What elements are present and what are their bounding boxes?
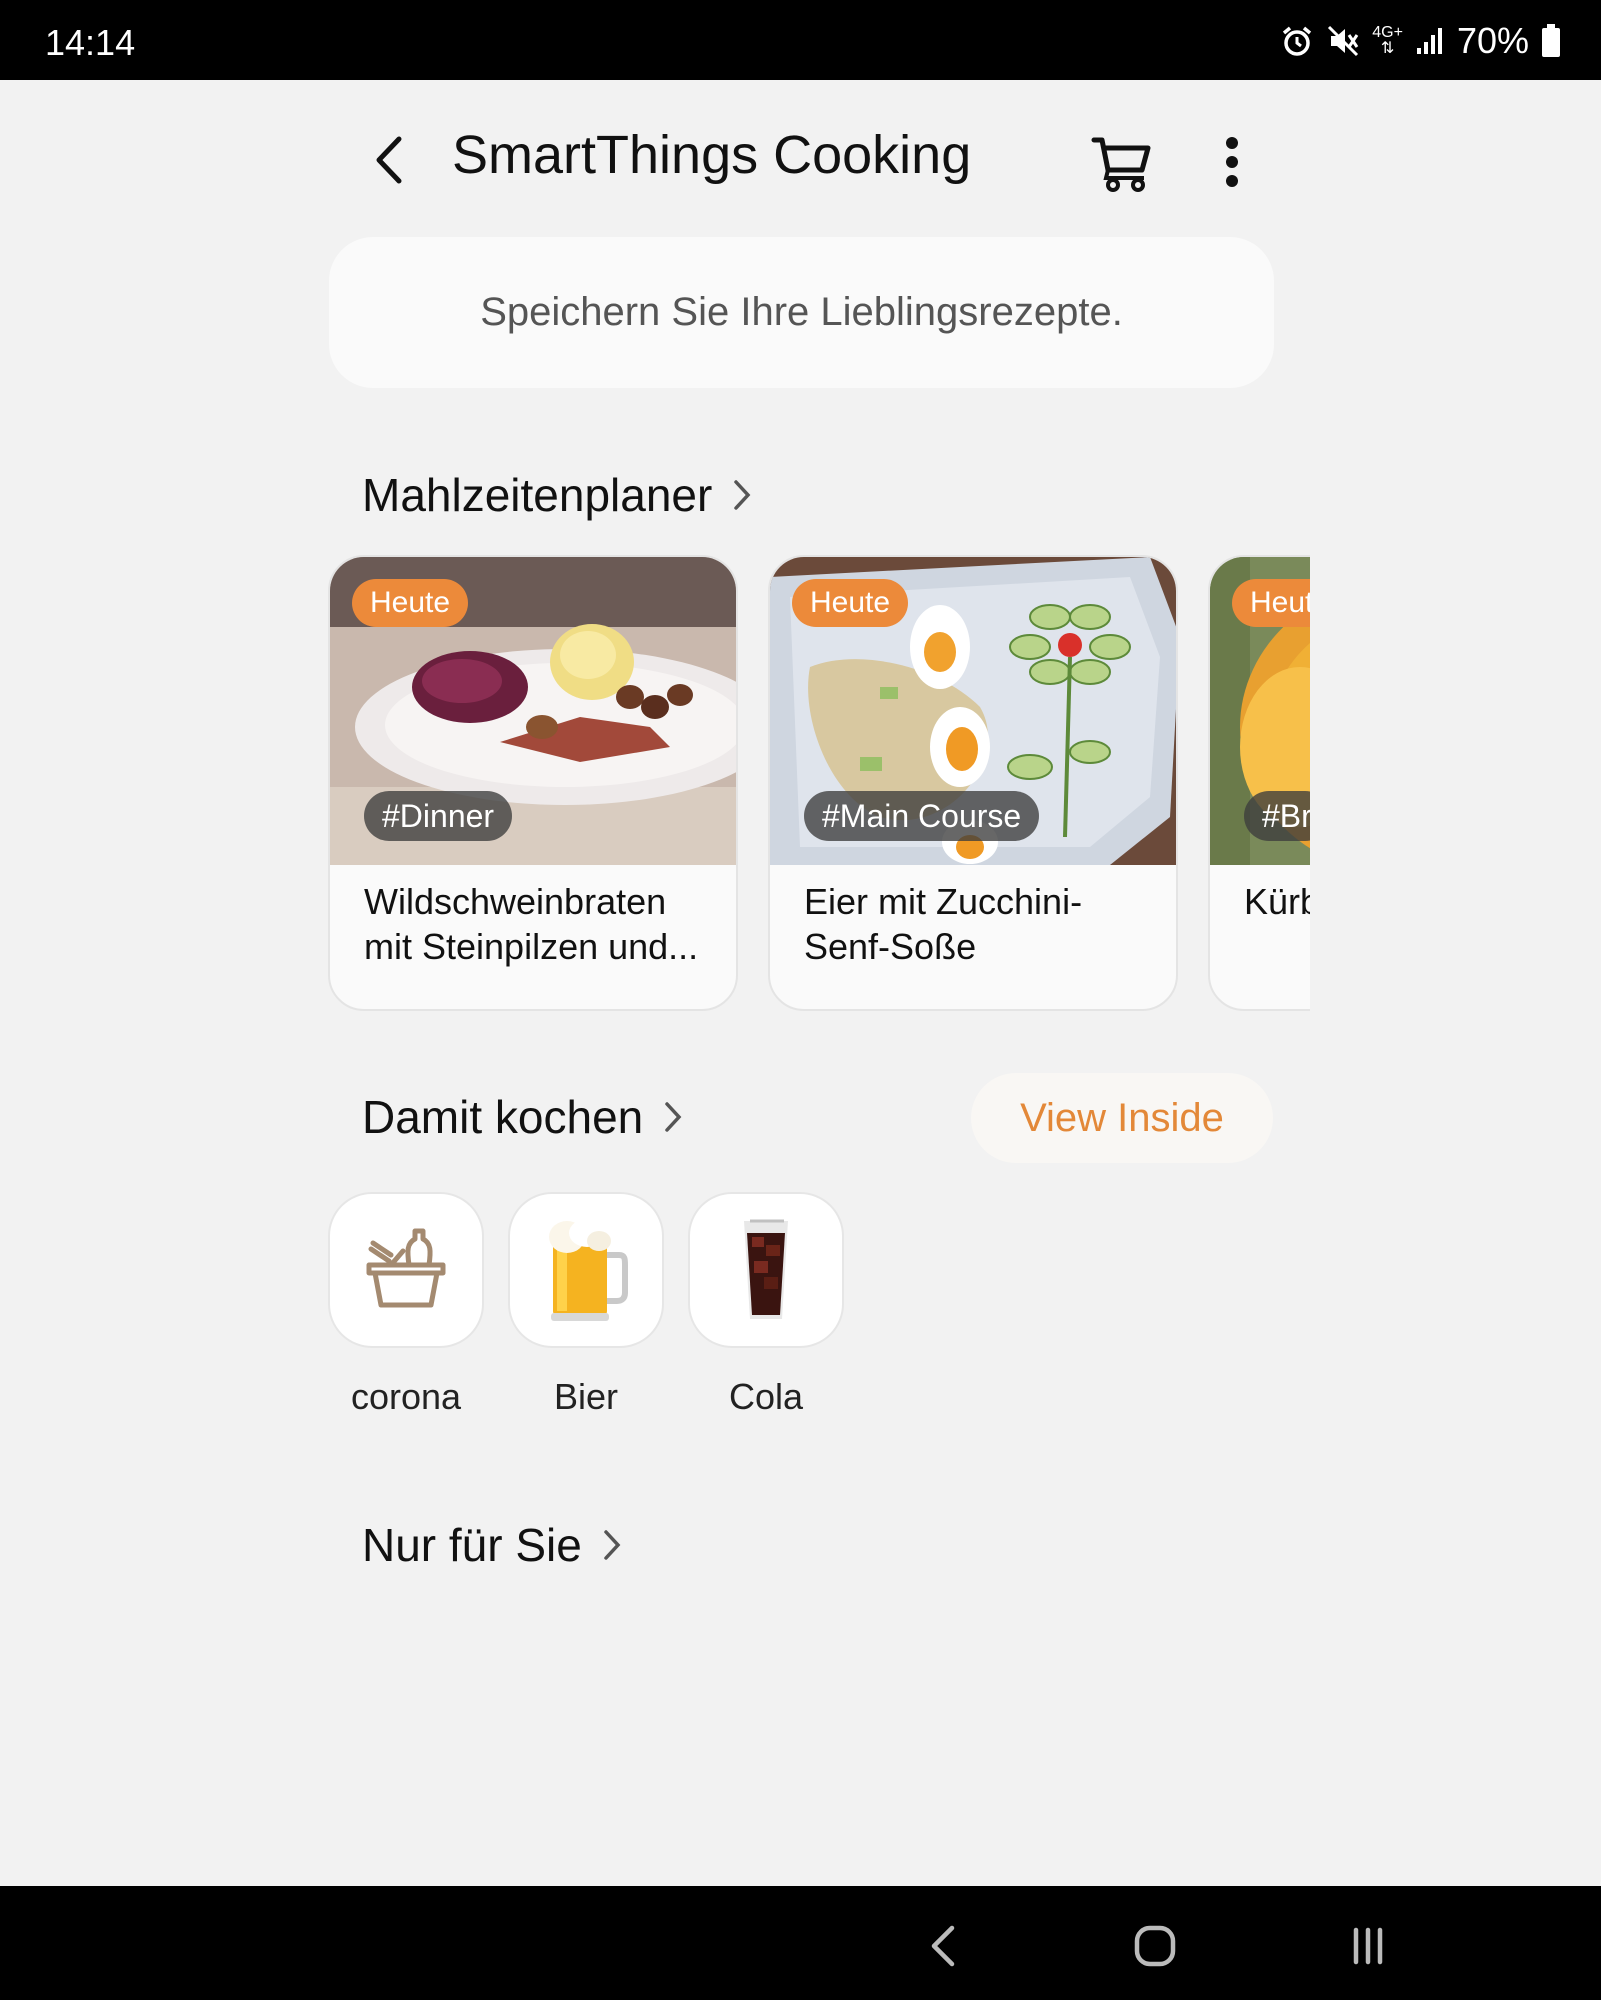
category-tag: #Dinner — [364, 791, 513, 841]
network-4g-icon: 4G+ ⇅ — [1372, 24, 1403, 57]
chevron-right-icon — [665, 1102, 682, 1132]
recipe-title: Kürb — [1244, 881, 1310, 922]
nav-back-button[interactable] — [913, 1916, 973, 1976]
ingredient-label: Cola — [728, 1376, 804, 1417]
mute-icon — [1328, 25, 1359, 57]
chevron-right-icon — [734, 480, 751, 510]
battery-icon — [1542, 24, 1560, 57]
back-arrow-icon — [376, 136, 402, 184]
more-options-button[interactable] — [1210, 130, 1254, 194]
recipe-card[interactable]: Heute #Br Kürb — [1208, 555, 1310, 1011]
cola-icon — [744, 1219, 788, 1319]
chevron-right-icon — [604, 1530, 621, 1560]
nav-recents-icon — [1353, 1927, 1383, 1965]
today-badge: Heute — [1232, 579, 1310, 627]
status-icons: 4G+ ⇅ 70% — [1280, 20, 1561, 62]
ingredient-label: Bier — [553, 1376, 619, 1417]
ingredient-item[interactable]: corona — [328, 1192, 484, 1418]
battery-percent: 70% — [1456, 20, 1529, 61]
meal-planner-title: Mahlzeitenplaner — [362, 469, 713, 521]
today-badge: Heute — [352, 579, 469, 627]
recipe-title: Wildschweinbraten mit Steinpilzen und... — [364, 881, 699, 967]
for-you-header[interactable]: Nur für Sie — [362, 1518, 622, 1572]
cook-with-title: Damit kochen — [362, 1091, 644, 1143]
nav-home-button[interactable] — [1125, 1916, 1185, 1976]
system-nav-bar — [0, 1886, 1601, 2000]
cart-icon — [1091, 137, 1151, 192]
signal-icon — [1416, 28, 1442, 54]
more-vertical-icon — [1226, 137, 1238, 187]
recipe-title: Eier mit Zucchini-Senf-Soße — [804, 881, 1083, 967]
ingredient-item[interactable]: Bier — [508, 1192, 664, 1418]
nav-recents-button[interactable] — [1338, 1916, 1398, 1976]
recipe-card[interactable]: Heute #Dinner Wildschweinbraten mit Stei… — [328, 555, 738, 1011]
app-bar: SmartThings Cooking — [0, 80, 1601, 240]
cook-with-header[interactable]: Damit kochen — [362, 1090, 683, 1144]
beer-icon — [549, 1219, 628, 1321]
back-button[interactable] — [358, 125, 418, 195]
ingredient-image-box — [328, 1192, 484, 1348]
recipe-card[interactable]: Heute #Main Course Eier mit Zucchini-Sen… — [768, 555, 1178, 1011]
status-time: 14:14 — [45, 22, 136, 63]
ingredient-image-box — [508, 1192, 664, 1348]
save-recipes-banner[interactable]: Speichern Sie Ihre Lieblingsrezepte. — [329, 237, 1274, 388]
for-you-title: Nur für Sie — [362, 1519, 582, 1571]
ingredient-label: corona — [350, 1376, 462, 1417]
ingredient-list: corona Bier Cola — [328, 1192, 844, 1418]
banner-text: Speichern Sie Ihre Lieblingsrezepte. — [480, 290, 1123, 334]
meal-planner-carousel[interactable]: Heute #Dinner Wildschweinbraten mit Stei… — [328, 555, 1310, 1011]
nav-back-icon — [931, 1925, 955, 1967]
basket-icon — [366, 1228, 446, 1308]
app-title: SmartThings Cooking — [452, 125, 972, 185]
cart-button[interactable] — [1090, 130, 1154, 194]
today-badge: Heute — [792, 579, 909, 627]
view-inside-button[interactable]: View Inside — [971, 1073, 1273, 1163]
nav-home-icon — [1134, 1925, 1176, 1967]
alarm-icon — [1283, 26, 1312, 56]
category-tag: #Br — [1244, 791, 1310, 841]
ingredient-item[interactable]: Cola — [688, 1192, 844, 1418]
ingredient-image-box — [688, 1192, 844, 1348]
category-tag: #Main Course — [804, 791, 1040, 841]
status-bar: 14:14 4G+ ⇅ 70% — [0, 0, 1601, 80]
meal-planner-header[interactable]: Mahlzeitenplaner — [362, 468, 752, 522]
